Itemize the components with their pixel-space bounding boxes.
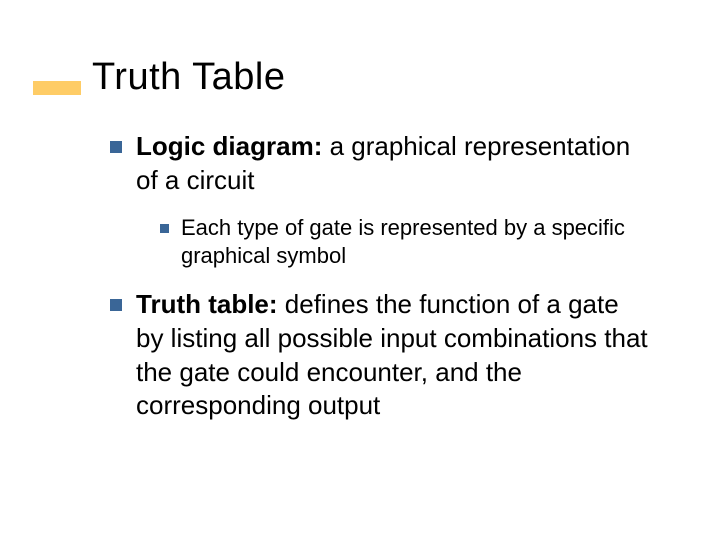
slide-title: Truth Table bbox=[92, 56, 286, 99]
square-bullet-icon bbox=[110, 141, 122, 153]
bullet-text: Each type of gate is represented by a sp… bbox=[181, 214, 652, 270]
bullet-bold: Logic diagram: bbox=[136, 131, 322, 161]
bullet-bold: Truth table: bbox=[136, 289, 278, 319]
title-accent-bar bbox=[33, 81, 81, 95]
square-bullet-icon bbox=[160, 224, 169, 233]
slide-content: Logic diagram: a graphical representatio… bbox=[92, 130, 652, 429]
bullet-item: Logic diagram: a graphical representatio… bbox=[92, 130, 652, 198]
bullet-item: Truth table: defines the function of a g… bbox=[92, 288, 652, 423]
square-bullet-icon bbox=[110, 299, 122, 311]
bullet-text: Logic diagram: a graphical representatio… bbox=[136, 130, 652, 198]
bullet-item: Each type of gate is represented by a sp… bbox=[92, 214, 652, 270]
bullet-text: Truth table: defines the function of a g… bbox=[136, 288, 652, 423]
bullet-rest: Each type of gate is represented by a sp… bbox=[181, 215, 625, 268]
